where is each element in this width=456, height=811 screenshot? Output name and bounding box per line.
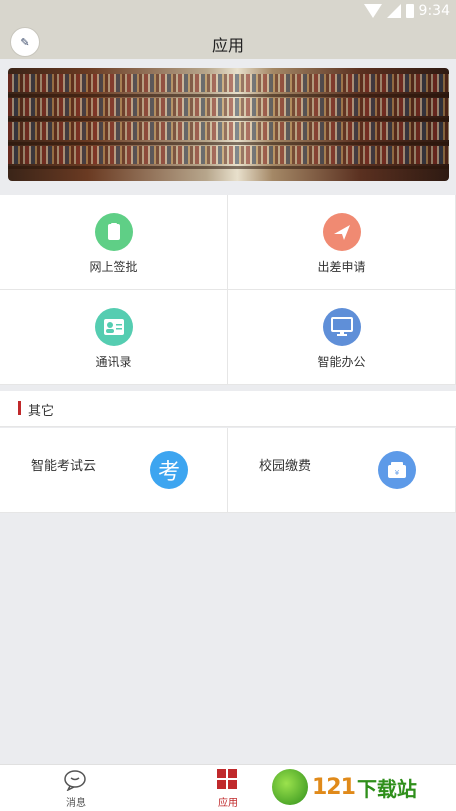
title-bar: ✎ 应用 <box>0 24 456 59</box>
library-banner-image[interactable] <box>8 68 449 181</box>
airplane-icon <box>323 213 361 251</box>
tab-messages[interactable]: 消息 <box>0 765 152 811</box>
app-campus-payment[interactable]: 校园缴费 ¥ <box>228 428 456 513</box>
app-label: 智能考试云 <box>31 459 97 474</box>
wifi-icon <box>363 4 382 18</box>
watermark-text: 下载站 <box>356 776 417 801</box>
watermark-logo: 121 下载站 <box>272 766 452 808</box>
app-label: 通讯录 <box>95 355 132 369</box>
page-title: 应用 <box>211 36 244 55</box>
app-label: 校园缴费 <box>259 459 312 474</box>
section-title: 其它 <box>28 404 55 419</box>
status-bar: 9:34 <box>0 0 456 24</box>
apps-grid: 网上签批 出差申请 通讯录 智能办公 <box>0 195 456 385</box>
app-smart-office[interactable]: 智能办公 <box>228 290 456 385</box>
app-contacts[interactable]: 通讯录 <box>0 290 228 385</box>
watermark-brand: 121 <box>312 774 356 800</box>
section-others-header: 其它 <box>0 391 456 427</box>
battery-icon <box>405 4 414 18</box>
exam-icon: 考 <box>150 451 188 489</box>
svg-text:¥: ¥ <box>395 469 400 477</box>
app-business-trip[interactable]: 出差申请 <box>228 195 456 290</box>
app-label: 智能办公 <box>317 355 366 369</box>
monitor-icon <box>323 308 361 346</box>
document-icon <box>95 213 133 251</box>
grid-icon <box>214 769 240 791</box>
tab-label: 消息 <box>66 798 86 809</box>
others-grid: 智能考试云 考 校园缴费 ¥ <box>0 428 456 513</box>
app-online-approval[interactable]: 网上签批 <box>0 195 228 290</box>
status-time: 9:34 <box>418 3 450 19</box>
chat-bubble-icon <box>62 769 88 792</box>
app-smart-exam-cloud[interactable]: 智能考试云 考 <box>0 428 228 513</box>
section-accent-bar <box>18 401 21 415</box>
contact-card-icon <box>95 308 133 346</box>
app-label: 网上签批 <box>89 260 138 274</box>
watermark-ball-icon <box>272 769 308 805</box>
app-label: 出差申请 <box>317 260 366 274</box>
wallet-icon: ¥ <box>378 451 416 489</box>
signal-icon <box>386 4 401 18</box>
